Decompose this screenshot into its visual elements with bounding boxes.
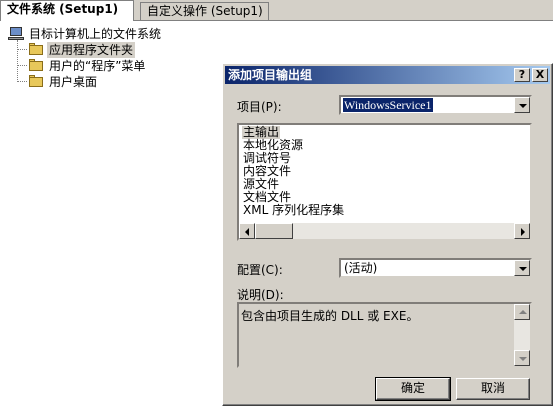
tree-connector [17, 81, 27, 82]
config-combo[interactable]: (活动) [339, 258, 532, 278]
folder-icon [28, 59, 44, 73]
tab-custom-actions[interactable]: 自定义操作 (Setup1) [140, 2, 269, 20]
tree-connector [17, 65, 27, 66]
arrow-right-icon [521, 228, 525, 236]
cancel-button[interactable]: 取消 [456, 378, 530, 400]
vertical-scrollbar[interactable] [514, 304, 530, 366]
dialog-title: 添加项目输出组 [228, 68, 313, 82]
chevron-down-icon [519, 267, 527, 271]
ok-button[interactable]: 确定 [375, 377, 451, 401]
dialog-titlebar[interactable]: 添加项目输出组 ? X [225, 66, 550, 84]
tree-connector [17, 49, 27, 50]
tree-item-application-folder[interactable]: 应用程序文件夹 [28, 42, 136, 58]
list-item[interactable]: XML 序列化程序集 [243, 204, 344, 217]
output-group-list[interactable]: 主输出 本地化资源 调试符号 内容文件 源文件 文档文件 XML 序列化程序集 [237, 123, 532, 241]
tree-connector [17, 40, 18, 82]
tree-root[interactable]: 目标计算机上的文件系统 [8, 26, 163, 42]
description-box: 包含由项目生成的 DLL 或 EXE。 [237, 302, 532, 368]
project-combo[interactable]: WindowsService1 [339, 95, 532, 115]
folder-icon [28, 75, 44, 89]
computer-icon [8, 27, 24, 41]
project-label: 项目(P): [237, 100, 282, 114]
tree-item-label: 应用程序文件夹 [47, 42, 136, 58]
scroll-thumb[interactable] [255, 223, 293, 239]
description-text: 包含由项目生成的 DLL 或 EXE。 [241, 309, 419, 323]
add-project-output-dialog: 添加项目输出组 ? X 项目(P): WindowsService1 主输出 本… [222, 63, 553, 406]
project-dropdown-button[interactable] [514, 97, 530, 113]
tree-item-user-desktop[interactable]: 用户桌面 [28, 74, 99, 90]
config-label: 配置(C): [237, 263, 283, 277]
project-value: WindowsService1 [343, 98, 433, 112]
tree-item-programs-menu[interactable]: 用户的“程序”菜单 [28, 58, 147, 74]
arrow-down-icon [519, 357, 527, 361]
config-value: (活动) [344, 261, 378, 275]
scroll-left-button[interactable] [239, 223, 255, 239]
arrow-left-icon [245, 228, 249, 236]
arrow-up-icon [519, 310, 527, 314]
tree-item-label: 用户桌面 [49, 75, 98, 89]
close-button[interactable]: X [532, 68, 548, 82]
description-label: 说明(D): [237, 288, 284, 302]
folder-open-icon [28, 43, 44, 57]
tree-root-label: 目标计算机上的文件系统 [29, 27, 162, 41]
config-dropdown-button[interactable] [514, 260, 530, 276]
scroll-right-button[interactable] [514, 223, 530, 239]
tab-file-system[interactable]: 文件系统 (Setup1) [0, 0, 134, 21]
help-button[interactable]: ? [514, 68, 530, 82]
chevron-down-icon [519, 104, 527, 108]
horizontal-scrollbar[interactable] [239, 223, 530, 239]
scroll-up-button[interactable] [514, 304, 530, 320]
scroll-down-button[interactable] [514, 350, 530, 366]
tree-item-label: 用户的“程序”菜单 [49, 59, 146, 73]
